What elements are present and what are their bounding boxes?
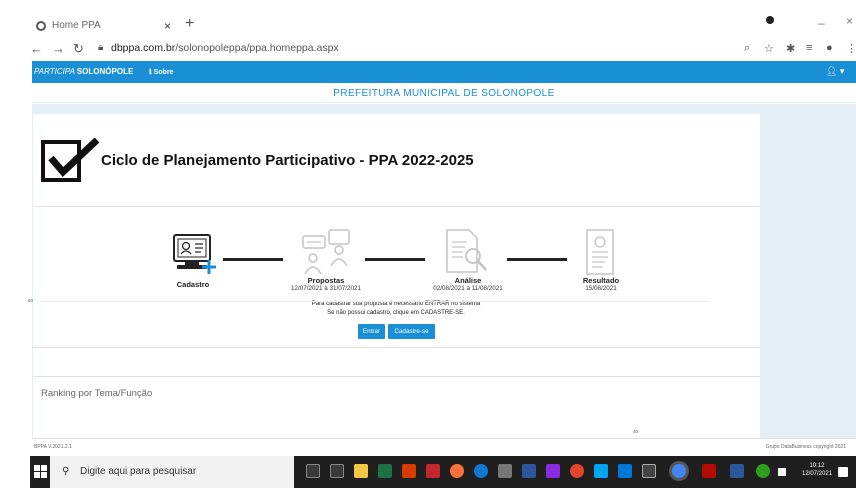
minimize-icon[interactable]: – bbox=[818, 16, 825, 30]
step-label-cadastro: Cadastro bbox=[176, 280, 210, 289]
proposals-icon[interactable] bbox=[301, 228, 353, 276]
taskbar-search-input[interactable]: ⚲ Digite aqui para pesquisar bbox=[50, 456, 294, 488]
site-footer: BPPA V.2021.2.1 Grupo DataBusiness copyr… bbox=[32, 438, 856, 456]
prefeitura-header: PREFEITURA MUNICIPAL DE SOLONOPOLE bbox=[32, 83, 856, 103]
cortana-icon[interactable] bbox=[306, 464, 320, 478]
divider bbox=[33, 206, 760, 207]
task-view-icon[interactable] bbox=[330, 464, 344, 478]
back-icon[interactable]: ← bbox=[30, 41, 43, 56]
url-host: dbppa.com.br bbox=[111, 42, 176, 54]
acrobat-icon[interactable] bbox=[702, 464, 716, 478]
nav-sobre[interactable]: ℹ Sobre bbox=[149, 68, 173, 76]
notification-icon[interactable] bbox=[838, 467, 848, 477]
nav-sobre-label: Sobre bbox=[153, 69, 174, 76]
forward-icon[interactable]: → bbox=[52, 41, 65, 56]
video-icon[interactable] bbox=[642, 464, 656, 478]
firefox-icon[interactable] bbox=[450, 464, 464, 478]
address-bar-row: ← → ↻ 🔒︎ dbppa.com.br/solonopoleppa/ppa.… bbox=[0, 38, 856, 60]
step-connector bbox=[365, 258, 425, 261]
profile-icon[interactable]: ● bbox=[826, 42, 833, 54]
copyright-label: Grupo DataBusiness copyright 2021 bbox=[765, 444, 846, 450]
close-tab-icon[interactable]: × bbox=[164, 19, 171, 33]
app-icon[interactable] bbox=[618, 464, 632, 478]
divider bbox=[33, 347, 760, 348]
clock-time: 10:12 bbox=[809, 463, 825, 469]
browser-tab-bar: Home PPA × + – × bbox=[0, 0, 856, 36]
step-connector bbox=[223, 258, 283, 261]
app-icon[interactable] bbox=[546, 464, 560, 478]
edge-icon[interactable] bbox=[474, 464, 488, 478]
excel-icon[interactable] bbox=[378, 464, 392, 478]
windows-start-icon[interactable] bbox=[34, 465, 47, 478]
step-label-resultado: Resultado bbox=[582, 276, 620, 285]
url-text: dbppa.com.br/solonopoleppa/ppa.homeppa.a… bbox=[111, 42, 339, 54]
pdf-icon[interactable] bbox=[426, 464, 440, 478]
taskbar: ⚲ Digite aqui para pesquisar 10:12 12/07… bbox=[30, 456, 856, 488]
step-label-propostas: Propostas bbox=[307, 276, 345, 285]
tray-icon[interactable] bbox=[778, 468, 786, 476]
main-panel: Ciclo de Planejamento Participativo - PP… bbox=[33, 114, 760, 438]
search-placeholder: Digite aqui para pesquisar bbox=[80, 466, 197, 477]
mail-icon[interactable] bbox=[498, 464, 512, 478]
entrar-button[interactable]: Entrar bbox=[358, 324, 385, 339]
browser-tab[interactable]: Home PPA × bbox=[30, 17, 178, 36]
cadastre-se-button[interactable]: Cadastre-se bbox=[388, 324, 435, 339]
url-path: /solonopoleppa/ppa.homeppa.aspx bbox=[175, 42, 339, 54]
info-line-2: Se não possui cadastro, clique em CADAST… bbox=[327, 310, 465, 316]
step-date-analise: 02/08/2021 à 11/08/2021 bbox=[433, 285, 503, 292]
app-icon[interactable] bbox=[570, 464, 584, 478]
ranking-title: Ranking por Tema/Função bbox=[41, 388, 153, 399]
checkbox-icon bbox=[41, 138, 100, 182]
word-icon[interactable] bbox=[730, 464, 744, 478]
register-icon[interactable] bbox=[171, 232, 219, 278]
brand-prefix: PARTICIPA bbox=[34, 67, 75, 76]
menu-icon[interactable]: ⋮ bbox=[846, 42, 856, 55]
page-title: Ciclo de Planejamento Participativo - PP… bbox=[101, 152, 474, 169]
user-menu-icon[interactable]: 👤︎ ▾ bbox=[826, 66, 844, 77]
result-icon[interactable] bbox=[581, 228, 621, 276]
tab-search-icon[interactable] bbox=[766, 16, 774, 24]
reload-icon[interactable]: ↻ bbox=[73, 41, 84, 57]
ranking-bar-label: 40 bbox=[633, 429, 639, 434]
ranking-y-tick: 60 bbox=[28, 298, 34, 303]
url-field[interactable]: 🔒︎ dbppa.com.br/solonopoleppa/ppa.homepp… bbox=[92, 39, 732, 57]
step-date-propostas: 12/07/2021 à 31/07/2021 bbox=[290, 285, 362, 292]
analysis-icon[interactable] bbox=[443, 228, 489, 276]
site-navbar: PARTICIPA SOLONÓPOLE ℹ Sobre 👤︎ ▾ bbox=[32, 61, 856, 83]
ranking-gridline bbox=[40, 301, 710, 302]
step-date-resultado: 15/08/2021 bbox=[585, 285, 617, 292]
zoom-icon[interactable]: ⌕ bbox=[744, 42, 750, 55]
whatsapp-icon[interactable] bbox=[756, 464, 770, 478]
reading-list-icon[interactable]: ≡ bbox=[806, 42, 812, 54]
new-tab-icon[interactable]: + bbox=[185, 15, 194, 33]
step-label-analise: Análise bbox=[454, 276, 482, 285]
step-connector bbox=[507, 258, 567, 261]
search-icon: ⚲ bbox=[62, 466, 70, 477]
clock-date: 12/07/2021 bbox=[802, 471, 833, 477]
version-label: BPPA V.2021.2.1 bbox=[34, 444, 72, 450]
file-explorer-icon[interactable] bbox=[354, 464, 368, 478]
bookmark-star-icon[interactable]: ☆ bbox=[764, 42, 774, 55]
screen: Home PPA × + – × ← → ↻ 🔒︎ dbppa.com.br/s… bbox=[0, 0, 856, 488]
extensions-icon[interactable]: ✱ bbox=[786, 42, 795, 55]
tab-title: Home PPA bbox=[52, 20, 101, 31]
window-close-icon[interactable]: × bbox=[846, 14, 853, 28]
powerpoint-icon[interactable] bbox=[402, 464, 416, 478]
divider bbox=[33, 376, 760, 377]
store-icon[interactable] bbox=[594, 464, 608, 478]
lock-icon: 🔒︎ bbox=[98, 42, 104, 53]
brand-name: SOLONÓPOLE bbox=[76, 67, 134, 76]
chrome-icon[interactable] bbox=[672, 464, 686, 478]
prefeitura-title: PREFEITURA MUNICIPAL DE SOLONOPOLE bbox=[333, 88, 555, 99]
globe-icon bbox=[36, 21, 46, 31]
taskbar-clock[interactable]: 10:12 12/07/2021 bbox=[802, 462, 832, 478]
site-logo[interactable]: PARTICIPA SOLONÓPOLE bbox=[34, 67, 133, 76]
app-icon[interactable] bbox=[522, 464, 536, 478]
